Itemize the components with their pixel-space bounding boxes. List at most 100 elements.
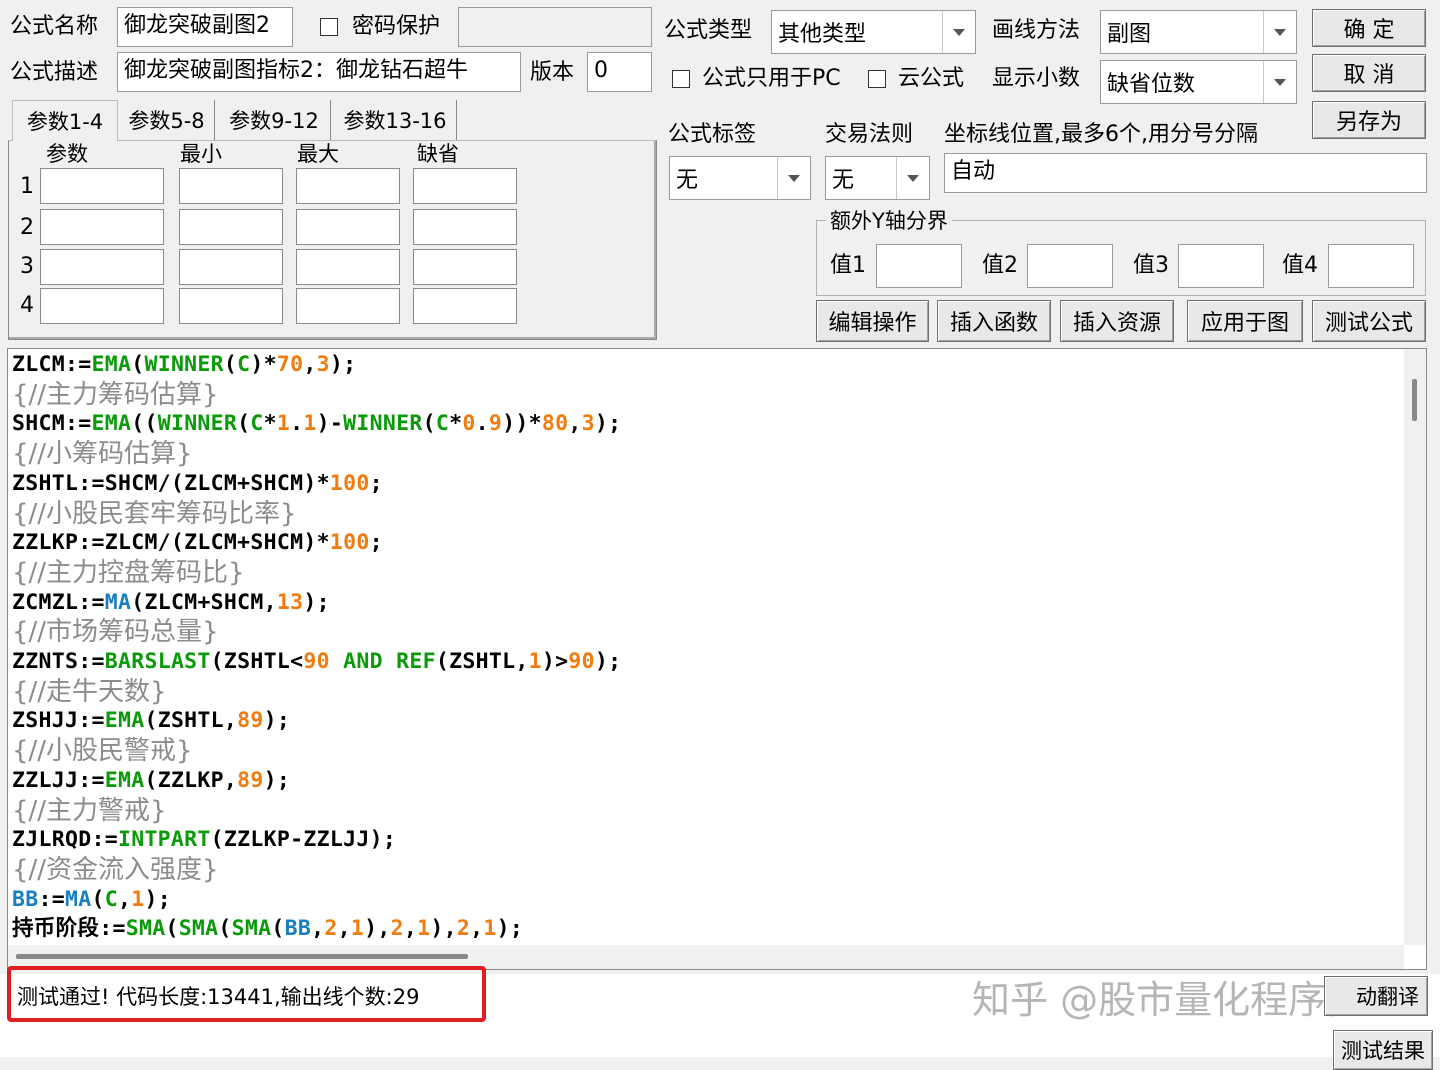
param-name-input[interactable] bbox=[40, 168, 164, 204]
code-comment-line: {//小筹码估算} bbox=[12, 439, 193, 470]
chevron-down-icon[interactable] bbox=[1263, 61, 1296, 103]
param-header-default: 缺省 bbox=[417, 142, 459, 166]
test-result-button[interactable]: 测试结果 bbox=[1333, 1030, 1433, 1070]
param-header-min: 最小 bbox=[180, 142, 222, 166]
draw-select[interactable]: 副图 bbox=[1100, 10, 1297, 54]
chevron-down-icon[interactable] bbox=[1263, 11, 1296, 53]
param-name-input[interactable] bbox=[40, 209, 164, 245]
insert-resource-button[interactable]: 插入资源 bbox=[1060, 300, 1174, 342]
param-name-input[interactable] bbox=[40, 249, 164, 285]
tab-params-13-16[interactable]: 参数13-16 bbox=[334, 100, 457, 140]
vertical-scrollbar[interactable] bbox=[1404, 349, 1426, 945]
tag-value: 无 bbox=[676, 168, 699, 193]
param-name-input[interactable] bbox=[40, 288, 164, 324]
param-row-label: 1 bbox=[20, 174, 34, 199]
name-input[interactable]: 御龙突破副图2 bbox=[117, 7, 293, 47]
param-min-input[interactable] bbox=[179, 249, 283, 285]
chevron-down-icon[interactable] bbox=[942, 11, 975, 53]
y2-input[interactable] bbox=[1027, 244, 1113, 288]
tag-select[interactable]: 无 bbox=[669, 156, 811, 200]
chevron-down-icon[interactable] bbox=[777, 157, 810, 199]
y1-input[interactable] bbox=[876, 244, 962, 288]
type-value: 其他类型 bbox=[778, 22, 867, 47]
param-header-max: 最大 bbox=[297, 142, 339, 166]
chevron-down-icon[interactable] bbox=[896, 157, 929, 199]
type-select[interactable]: 其他类型 bbox=[771, 10, 976, 54]
code-line: ZLCM:=EMA(WINNER(C)*70,3); bbox=[12, 352, 357, 377]
apply-chart-button[interactable]: 应用于图 bbox=[1187, 300, 1303, 342]
y4-input[interactable] bbox=[1328, 244, 1414, 288]
y3-label: 值3 bbox=[1133, 253, 1169, 278]
param-min-input[interactable] bbox=[179, 209, 283, 245]
ok-button[interactable]: 确 定 bbox=[1312, 9, 1426, 47]
cancel-button[interactable]: 取 消 bbox=[1312, 54, 1426, 92]
code-line: ZCMZL:=MA(ZLCM+SHCM,13); bbox=[12, 589, 330, 615]
cloud-label: 云公式 bbox=[898, 66, 965, 91]
password-input[interactable] bbox=[458, 7, 652, 47]
desc-input[interactable]: 御龙突破副图指标2：御龙钻石超牛 bbox=[117, 52, 521, 92]
edit-ops-button[interactable]: 编辑操作 bbox=[816, 300, 929, 342]
code-comment-line: {//主力警戒} bbox=[12, 795, 167, 826]
pc-only-label: 公式只用于PC bbox=[702, 66, 841, 91]
coord-input[interactable]: 自动 bbox=[944, 153, 1427, 193]
save-as-button[interactable]: 另存为 bbox=[1312, 101, 1426, 139]
param-header-name: 参数 bbox=[46, 142, 88, 166]
password-checkbox[interactable] bbox=[320, 18, 338, 36]
tab-params-9-12[interactable]: 参数9-12 bbox=[218, 100, 331, 140]
param-row-label: 4 bbox=[20, 293, 34, 318]
version-label: 版本 bbox=[530, 60, 575, 85]
param-default-input[interactable] bbox=[413, 168, 517, 204]
code-line: ZZLJJ:=EMA(ZZLKP,89); bbox=[12, 767, 291, 793]
code-comment-line: {//走牛天数} bbox=[12, 676, 167, 707]
password-label: 密码保护 bbox=[352, 14, 441, 39]
code-editor[interactable]: ZLCM:=EMA(WINNER(C)*70,3); {//主力筹码估算} SHCM… bbox=[7, 348, 1427, 970]
insert-function-button[interactable]: 插入函数 bbox=[937, 300, 1051, 342]
y3-input[interactable] bbox=[1178, 244, 1264, 288]
decimal-select[interactable]: 缺省位数 bbox=[1100, 60, 1297, 104]
param-max-input[interactable] bbox=[296, 288, 400, 324]
decimal-value: 缺省位数 bbox=[1107, 72, 1196, 97]
param-min-input[interactable] bbox=[179, 168, 283, 204]
tab-params-1-4[interactable]: 参数1-4 bbox=[12, 100, 118, 141]
scrollbar-thumb[interactable] bbox=[1412, 379, 1417, 421]
tag-label: 公式标签 bbox=[668, 122, 757, 147]
cloud-checkbox[interactable] bbox=[868, 70, 886, 88]
param-max-input[interactable] bbox=[296, 209, 400, 245]
param-row-label: 2 bbox=[20, 215, 34, 240]
code-comment-line: {//小股民警戒} bbox=[12, 736, 193, 767]
type-label: 公式类型 bbox=[664, 18, 753, 43]
test-formula-button[interactable]: 测试公式 bbox=[1312, 300, 1426, 342]
param-default-input[interactable] bbox=[413, 249, 517, 285]
code-line: BB:=MA(C,1); bbox=[12, 886, 171, 912]
trade-value: 无 bbox=[832, 168, 855, 193]
param-min-input[interactable] bbox=[179, 288, 283, 324]
pc-only-checkbox[interactable] bbox=[672, 70, 690, 88]
y2-label: 值2 bbox=[982, 253, 1018, 278]
code-line: ZZNTS:=BARSLAST(ZSHTL<90 AND REF(ZSHTL,1… bbox=[12, 649, 622, 674]
draw-value: 副图 bbox=[1107, 22, 1152, 47]
param-default-input[interactable] bbox=[413, 288, 517, 324]
name-label: 公式名称 bbox=[10, 14, 99, 39]
code-line: ZJLRQD:=INTPART(ZZLKP-ZZLJJ); bbox=[12, 827, 397, 853]
param-default-input[interactable] bbox=[413, 209, 517, 245]
param-max-input[interactable] bbox=[296, 168, 400, 204]
param-row-label: 3 bbox=[20, 254, 34, 279]
code-comment-line: {//市场筹码总量} bbox=[12, 617, 219, 648]
h-scrollbar-thumb[interactable] bbox=[16, 954, 468, 959]
y1-label: 值1 bbox=[830, 253, 866, 278]
code-line: ZSHTL:=SHCM/(ZLCM+SHCM)*100; bbox=[12, 470, 383, 496]
param-max-input[interactable] bbox=[296, 249, 400, 285]
decimal-label: 显示小数 bbox=[992, 66, 1081, 91]
code-comment-line: {//主力控盘筹码比} bbox=[12, 557, 245, 588]
code-comment-line: {//小股民套牢筹码比率} bbox=[12, 498, 297, 529]
status-message: 测试通过! 代码长度:13441,输出线个数:29 bbox=[17, 985, 420, 1009]
code-line: ZSHJJ:=EMA(ZSHTL,89); bbox=[12, 708, 291, 734]
trade-select[interactable]: 无 bbox=[825, 156, 930, 200]
translate-button[interactable]: 动翻译 bbox=[1324, 976, 1428, 1016]
version-input[interactable]: 0 bbox=[587, 52, 652, 92]
tab-params-5-8[interactable]: 参数5-8 bbox=[119, 100, 215, 140]
desc-label: 公式描述 bbox=[10, 60, 99, 85]
watermark: 知乎 @股市量化程序猿 bbox=[972, 978, 1365, 1022]
yaxis-group-label: 额外Y轴分界 bbox=[826, 206, 952, 236]
trade-label: 交易法则 bbox=[825, 122, 914, 147]
